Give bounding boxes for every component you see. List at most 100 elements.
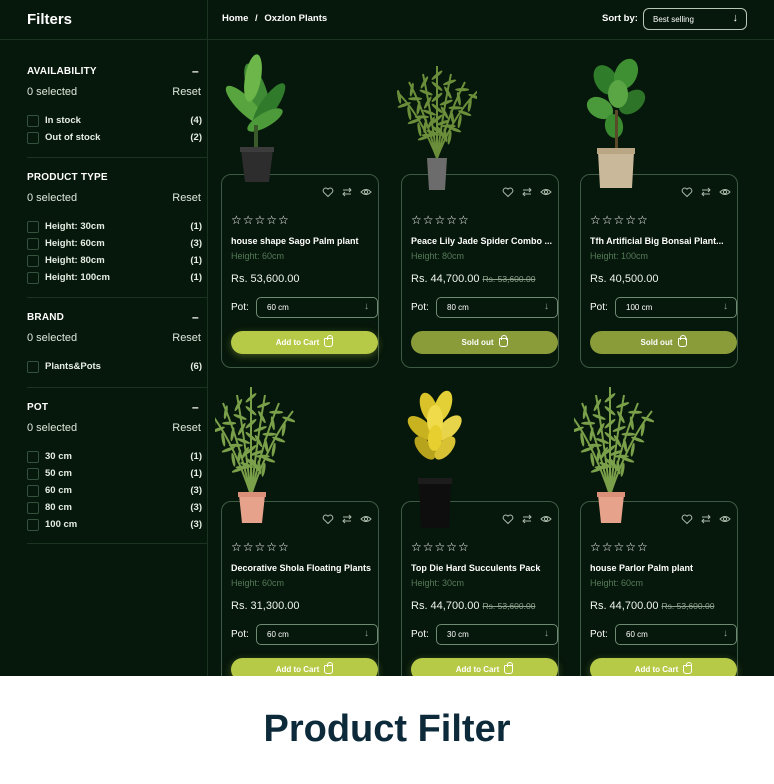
filter-option-in-stock[interactable]: In stock (4)	[27, 114, 202, 128]
reset-link[interactable]: Reset	[172, 422, 201, 434]
product-image[interactable]	[567, 383, 655, 528]
add-to-cart-button[interactable]: Add to Cart	[411, 658, 558, 676]
reset-link[interactable]: Reset	[172, 86, 201, 98]
product-name[interactable]: Tfh Artificial Big Bonsai Plant...	[590, 236, 734, 246]
sold-out-button[interactable]: Sold out	[411, 331, 558, 354]
filter-option-out-of-stock[interactable]: Out of stock (2)	[27, 131, 202, 145]
heart-icon[interactable]	[502, 512, 514, 525]
eye-icon[interactable]	[540, 512, 552, 524]
add-to-cart-button[interactable]: Add to Cart	[590, 658, 737, 676]
product-name[interactable]: Top Die Hard Succulents Pack	[411, 563, 555, 573]
pot-size-dropdown[interactable]: 80 cm ↓	[436, 297, 558, 318]
reset-link[interactable]: Reset	[172, 332, 201, 344]
checkbox[interactable]	[27, 502, 39, 514]
product-image[interactable]	[217, 50, 297, 200]
option-count: (3)	[190, 502, 202, 513]
rating-stars: ☆☆☆☆☆	[590, 213, 649, 227]
button-label: Add to Cart	[455, 665, 500, 674]
pot-size-dropdown[interactable]: 60 cm ↓	[256, 297, 378, 318]
rating-stars: ☆☆☆☆☆	[231, 213, 290, 227]
pot-size-value: 80 cm	[447, 303, 469, 312]
breadcrumb-home[interactable]: Home	[222, 13, 248, 24]
checkbox[interactable]	[27, 519, 39, 531]
option-label: In stock	[45, 115, 81, 126]
sort-dropdown[interactable]: Best selling ↓	[643, 8, 747, 30]
heart-icon[interactable]	[681, 185, 693, 198]
section-heading: BRAND	[27, 312, 65, 323]
filter-option-plants-pots[interactable]: Plants&Pots (6)	[27, 360, 202, 374]
product-name[interactable]: house shape Sago Palm plant	[231, 236, 375, 246]
card-actions	[322, 185, 372, 198]
eye-icon[interactable]	[360, 512, 372, 524]
checkbox[interactable]	[27, 485, 39, 497]
pot-size-dropdown[interactable]: 100 cm ↓	[615, 297, 737, 318]
eye-icon[interactable]	[719, 185, 731, 197]
option-count: (3)	[190, 485, 202, 496]
filter-option-pot-50cm[interactable]: 50 cm (1)	[27, 467, 202, 481]
eye-icon[interactable]	[719, 512, 731, 524]
product-image[interactable]	[576, 50, 656, 200]
filter-option-height-30cm[interactable]: Height: 30cm (1)	[27, 220, 202, 234]
button-label: Add to Cart	[275, 338, 320, 347]
compare-icon[interactable]	[341, 185, 353, 197]
checkbox[interactable]	[27, 255, 39, 267]
eye-icon[interactable]	[540, 185, 552, 197]
product-name[interactable]: Peace Lily Jade Spider Combo ...	[411, 236, 555, 246]
product-card-2[interactable]: ☆☆☆☆☆ Peace Lily Jade Spider Combo ... H…	[401, 174, 559, 368]
pot-size-dropdown[interactable]: 30 cm ↓	[436, 624, 558, 645]
heart-icon[interactable]	[681, 512, 693, 525]
current-price: Rs. 53,600.00	[231, 273, 300, 285]
add-to-cart-button[interactable]: Add to Cart	[231, 658, 378, 676]
product-name[interactable]: house Parlor Palm plant	[590, 563, 734, 573]
product-image[interactable]	[395, 382, 475, 530]
checkbox[interactable]	[27, 221, 39, 233]
breadcrumb: Home / Oxzlon Plants	[222, 13, 331, 24]
checkbox[interactable]	[27, 468, 39, 480]
sold-out-button[interactable]: Sold out	[590, 331, 737, 354]
checkbox[interactable]	[27, 238, 39, 250]
compare-icon[interactable]	[700, 512, 712, 524]
pot-size-dropdown[interactable]: 60 cm ↓	[615, 624, 737, 645]
pot-size-dropdown[interactable]: 60 cm ↓	[256, 624, 378, 645]
caption-banner: Product Filter	[0, 676, 774, 784]
option-count: (1)	[190, 255, 202, 266]
filter-option-pot-30cm[interactable]: 30 cm (1)	[27, 450, 202, 464]
product-image[interactable]	[394, 58, 482, 200]
breadcrumb-current: Oxzlon Plants	[264, 13, 328, 24]
heart-icon[interactable]	[322, 512, 334, 525]
shopping-bag-icon	[324, 335, 334, 347]
collapse-button[interactable]: –	[192, 310, 199, 324]
filter-option-pot-60cm[interactable]: 60 cm (3)	[27, 484, 202, 498]
eye-icon[interactable]	[360, 185, 372, 197]
compare-icon[interactable]	[341, 512, 353, 524]
collapse-button[interactable]: –	[192, 400, 199, 414]
filter-option-height-60cm[interactable]: Height: 60cm (3)	[27, 237, 202, 251]
product-card-3[interactable]: ☆☆☆☆☆ Tfh Artificial Big Bonsai Plant...…	[580, 174, 738, 368]
divider	[27, 157, 208, 158]
checkbox[interactable]	[27, 361, 39, 373]
checkbox[interactable]	[27, 451, 39, 463]
product-card-1[interactable]: ☆☆☆☆☆ house shape Sago Palm plant Height…	[221, 174, 379, 368]
heart-icon[interactable]	[322, 185, 334, 198]
product-price: Rs. 53,600.00	[231, 273, 303, 285]
collapse-button[interactable]: –	[192, 64, 199, 78]
add-to-cart-button[interactable]: Add to Cart	[231, 331, 378, 354]
current-price: Rs. 44,700.00	[411, 600, 480, 612]
filters-title: Filters	[27, 11, 73, 28]
filter-option-height-100cm[interactable]: Height: 100cm (1)	[27, 271, 202, 285]
filter-option-pot-100cm[interactable]: 100 cm (3)	[27, 518, 202, 532]
filter-option-height-80cm[interactable]: Height: 80cm (1)	[27, 254, 202, 268]
option-label: 60 cm	[45, 485, 72, 496]
product-name[interactable]: Decorative Shola Floating Plants	[231, 563, 375, 573]
compare-icon[interactable]	[700, 185, 712, 197]
checkbox[interactable]	[27, 272, 39, 284]
filter-option-pot-80cm[interactable]: 80 cm (3)	[27, 501, 202, 515]
product-image[interactable]	[208, 383, 296, 528]
compare-icon[interactable]	[521, 185, 533, 197]
checkbox[interactable]	[27, 132, 39, 144]
compare-icon[interactable]	[521, 512, 533, 524]
heart-icon[interactable]	[502, 185, 514, 198]
checkbox[interactable]	[27, 115, 39, 127]
product-height: Height: 60cm	[231, 578, 285, 588]
reset-link[interactable]: Reset	[172, 192, 201, 204]
